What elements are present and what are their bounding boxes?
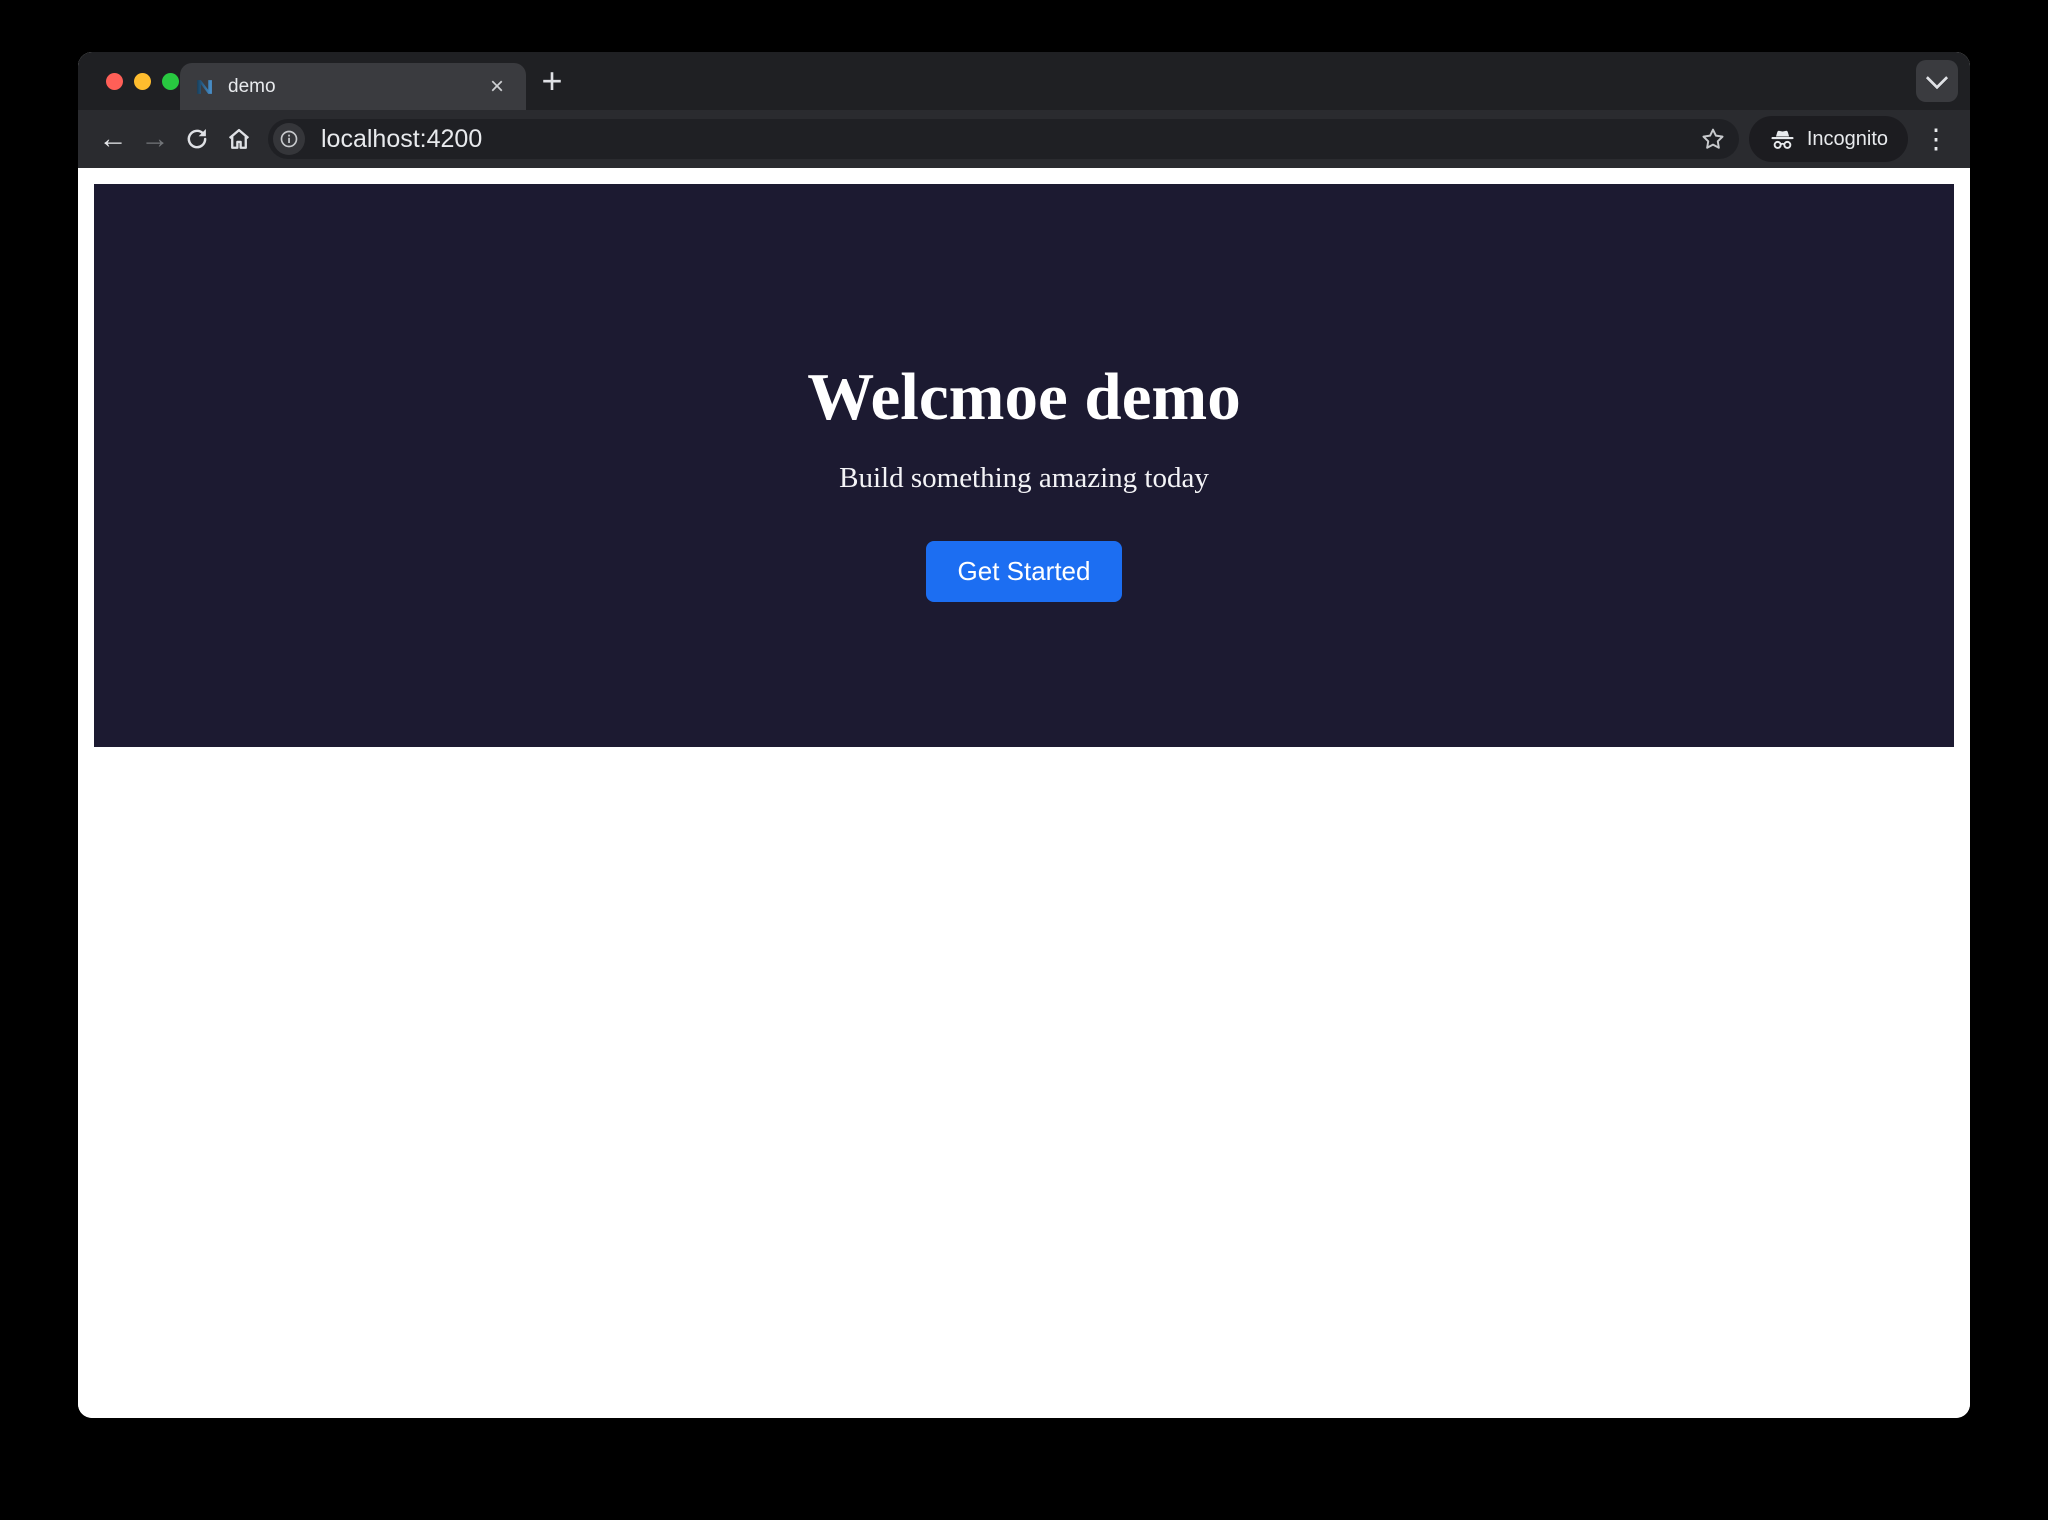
bookmark-button[interactable] [1695, 121, 1731, 157]
back-button[interactable]: ← [92, 118, 134, 160]
url-text[interactable]: localhost:4200 [321, 125, 1695, 154]
new-tab-button[interactable]: + [530, 59, 574, 103]
hero-section: Welcmoe demo Build something amazing tod… [94, 184, 1954, 747]
incognito-icon [1769, 126, 1796, 153]
browser-toolbar: ← → [78, 110, 1970, 168]
window-zoom-button[interactable] [162, 73, 179, 90]
tab-demo[interactable]: demo × [180, 63, 526, 110]
browser-menu-button[interactable]: ⋮ [1916, 119, 1956, 159]
reload-button[interactable] [176, 118, 218, 160]
home-icon [225, 125, 253, 153]
tab-title: demo [228, 76, 482, 98]
browser-window: demo × + ← → [78, 52, 1970, 1418]
site-info-button[interactable] [273, 123, 305, 155]
tab-search-button[interactable] [1916, 60, 1958, 102]
tab-favicon-icon [194, 76, 216, 98]
window-close-button[interactable] [106, 73, 123, 90]
get-started-button[interactable]: Get Started [926, 541, 1122, 602]
page-viewport: Welcmoe demo Build something amazing tod… [78, 168, 1970, 1418]
home-button[interactable] [218, 118, 260, 160]
incognito-badge: Incognito [1749, 116, 1908, 162]
hero-title: Welcmoe demo [807, 360, 1241, 435]
chevron-down-icon [1926, 67, 1949, 90]
forward-button[interactable]: → [134, 118, 176, 160]
info-icon [279, 129, 299, 149]
window-controls [106, 52, 179, 110]
address-bar[interactable]: localhost:4200 [268, 119, 1739, 159]
tab-close-icon[interactable]: × [482, 72, 512, 102]
screenshot-stage: demo × + ← → [0, 0, 2048, 1520]
star-icon [1700, 126, 1726, 152]
tab-strip: demo × + [78, 52, 1970, 110]
incognito-label: Incognito [1807, 128, 1888, 151]
reload-icon [183, 125, 211, 153]
hero-subtitle: Build something amazing today [839, 462, 1209, 495]
window-minimize-button[interactable] [134, 73, 151, 90]
